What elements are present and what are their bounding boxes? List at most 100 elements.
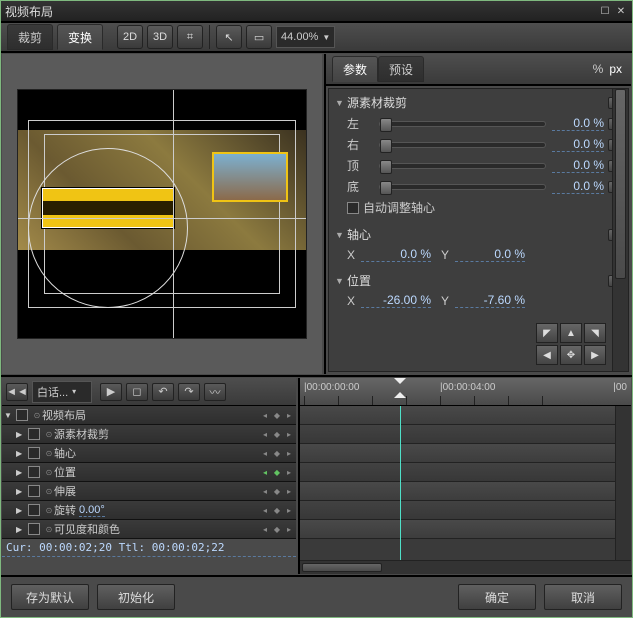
track-position[interactable]: ▶⊙位置◂◆▸ (2, 463, 296, 482)
timeline-body[interactable] (300, 406, 615, 560)
section-position[interactable]: ▼位置⊙ (335, 270, 622, 291)
track-axis[interactable]: ▶⊙轴心◂◆▸ (2, 444, 296, 463)
nudge-nw-button[interactable]: ◤ (536, 323, 558, 343)
ok-button[interactable]: 确定 (458, 584, 536, 610)
tab-params[interactable]: 参数 (332, 56, 378, 82)
pos-x-label: X (347, 294, 361, 308)
rotate-gizmo[interactable] (28, 148, 188, 308)
selection-box[interactable] (42, 188, 174, 228)
track-stretch[interactable]: ▶⊙伸展◂◆▸ (2, 482, 296, 501)
axis-y-value[interactable]: 0.0 % (455, 247, 525, 262)
chevron-down-icon: ▾ (72, 387, 76, 396)
value-top[interactable]: 0.0 % (552, 158, 604, 173)
close-icon[interactable]: ✕ (614, 4, 628, 18)
slider-right[interactable] (379, 142, 546, 148)
nudge-up-button[interactable]: ▲ (560, 323, 582, 343)
redo-button[interactable]: ↷ (178, 383, 200, 401)
track-list: ◄◄ 白话...▾ ▶ ◻ ↶ ↷ 〰 ▼⊙视频布局◂◆▸ ▶⊙源素材裁剪◂◆▸… (2, 378, 296, 574)
nudge-pad: ◤ ▲ ◥ ◀ ✥ ▶ (536, 323, 606, 365)
value-bottom[interactable]: 0.0 % (552, 179, 604, 194)
label-left: 左 (347, 115, 373, 132)
timeline-hscroll[interactable] (300, 560, 631, 574)
collapse-icon: ▼ (335, 98, 347, 108)
auto-axis-checkbox-row[interactable]: 自动调整轴心 (335, 197, 622, 218)
slider-left[interactable] (379, 121, 546, 127)
nudge-left-button[interactable]: ◀ (536, 345, 558, 365)
mode-3d-button[interactable]: 3D (147, 25, 173, 49)
value-left[interactable]: 0.0 % (552, 116, 604, 131)
save-default-button[interactable]: 存为默认 (11, 584, 89, 610)
undo-button[interactable]: ↶ (152, 383, 174, 401)
timeline-cursor[interactable] (400, 406, 401, 560)
props-scrollbar[interactable] (612, 89, 628, 371)
axis-x-value[interactable]: 0.0 % (361, 247, 431, 262)
label-bottom: 底 (347, 178, 373, 195)
zoom-combo[interactable]: 44.00% ▼ (276, 26, 335, 48)
track-root[interactable]: ▼⊙视频布局◂◆▸ (2, 406, 296, 425)
window-title: 视频布局 (5, 3, 53, 20)
checkbox-icon[interactable] (347, 202, 359, 214)
nudge-ne-button[interactable]: ◥ (584, 323, 606, 343)
nudge-center-button[interactable]: ✥ (560, 345, 582, 365)
play-button[interactable]: ▶ (100, 383, 122, 401)
maximize-icon[interactable]: ☐ (598, 4, 612, 18)
reset-button[interactable]: 初始化 (97, 584, 175, 610)
nudge-right-button[interactable]: ▶ (584, 345, 606, 365)
zoom-value: 44.00% (281, 31, 318, 43)
axis-y-label: Y (441, 248, 455, 262)
ruler-tc-1: |00:00:04:00 (440, 382, 495, 393)
checkbox-icon[interactable] (16, 409, 28, 421)
timeline-vscroll[interactable] (615, 406, 631, 560)
guide-button[interactable]: ⌗ (177, 25, 203, 49)
arrow-tool-button[interactable]: ↖ (216, 25, 242, 49)
cancel-button[interactable]: 取消 (544, 584, 622, 610)
rotate-value[interactable]: 0.00° (79, 504, 105, 517)
timeline-panel: |00:00:00:00 |00:00:04:00 |00 (298, 378, 631, 574)
ruler-tc-end: |00 (613, 382, 627, 393)
main-toolbar: 裁剪 变换 2D 3D ⌗ ↖ ▭ 44.00% ▼ (1, 21, 632, 53)
time-ruler[interactable]: |00:00:00:00 |00:00:04:00 |00 (300, 378, 631, 406)
pip-inset[interactable] (212, 152, 288, 202)
tab-crop-label: 裁剪 (18, 29, 42, 46)
graph-button[interactable]: 〰 (204, 383, 226, 401)
preview-panel (2, 54, 322, 374)
pos-x-value[interactable]: -26.00 % (361, 293, 431, 308)
track-source-crop[interactable]: ▶⊙源素材裁剪◂◆▸ (2, 425, 296, 444)
select-tool-button[interactable]: ▭ (246, 25, 272, 49)
pixel-unit-button[interactable]: px (609, 62, 622, 76)
preset-combo[interactable]: 白话...▾ (32, 381, 92, 403)
slider-top[interactable] (379, 163, 546, 169)
timecode-status: Cur: 00:00:02;20 Ttl: 00:00:02;22 (2, 539, 296, 557)
slider-bottom[interactable] (379, 184, 546, 190)
section-source-crop[interactable]: ▼源素材裁剪⊙ (335, 92, 622, 113)
value-right[interactable]: 0.0 % (552, 137, 604, 152)
pos-y-label: Y (441, 294, 455, 308)
collapse-icon: ▼ (335, 276, 347, 286)
tab-presets[interactable]: 预设 (378, 56, 424, 82)
loop-button[interactable]: ◻ (126, 383, 148, 401)
track-rotate[interactable]: ▶⊙旋转0.00°◂◆▸ (2, 501, 296, 520)
track-visibility[interactable]: ▶⊙可见度和颜色◂◆▸ (2, 520, 296, 539)
crosshair-v (173, 90, 174, 338)
percent-unit-button[interactable]: % (593, 62, 604, 76)
titlebar: 视频布局 ☐ ✕ (1, 1, 632, 21)
label-top: 顶 (347, 157, 373, 174)
crosshair-h (18, 218, 306, 219)
track-controls: ◄◄ 白话...▾ ▶ ◻ ↶ ↷ 〰 (2, 378, 296, 406)
mode-2d-button[interactable]: 2D (117, 25, 143, 49)
pos-y-value[interactable]: -7.60 % (455, 293, 525, 308)
tab-transform[interactable]: 变换 (57, 24, 103, 50)
label-right: 右 (347, 136, 373, 153)
axis-x-label: X (347, 248, 361, 262)
collapse-icon: ▼ (335, 230, 347, 240)
ruler-tc-0: |00:00:00:00 (304, 382, 359, 393)
section-axis[interactable]: ▼轴心⊙ (335, 224, 622, 245)
properties-body: ▼源素材裁剪⊙ 左0.0 %⊙ 右0.0 %⊙ 顶0.0 %⊙ 底0.0 %⊙ … (328, 88, 629, 372)
tab-crop[interactable]: 裁剪 (7, 24, 53, 50)
tab-transform-label: 变换 (68, 29, 92, 46)
prev-kf-button[interactable]: ◄◄ (6, 383, 28, 401)
preview-canvas[interactable] (17, 89, 307, 339)
chevron-down-icon: ▼ (322, 33, 330, 42)
properties-panel: 参数 预设 % px ▼源素材裁剪⊙ 左0.0 %⊙ 右0.0 %⊙ 顶0.0 … (324, 54, 631, 374)
video-layout-window: 视频布局 ☐ ✕ 裁剪 变换 2D 3D ⌗ ↖ ▭ 44.00% ▼ (0, 0, 633, 618)
